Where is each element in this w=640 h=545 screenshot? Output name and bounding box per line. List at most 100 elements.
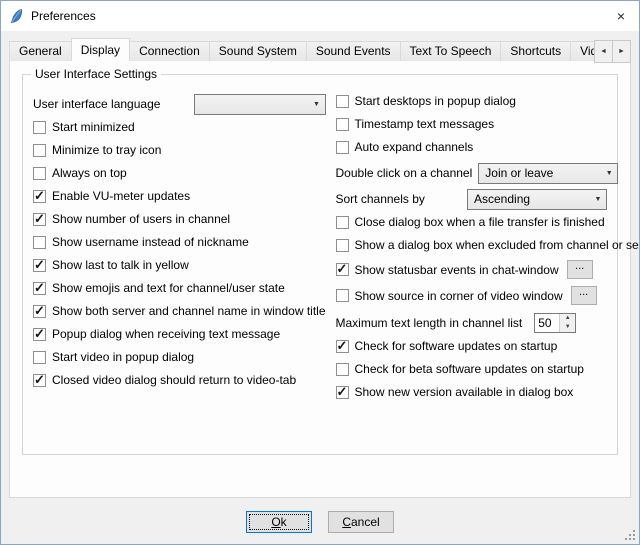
checkbox-label: Minimize to tray icon [52, 143, 161, 157]
checkbox[interactable] [33, 259, 46, 272]
max-text-length-value: 50 [535, 314, 559, 332]
checkbox-label: Show number of users in channel [52, 212, 230, 226]
checkbox[interactable] [33, 190, 46, 203]
max-text-length-stepper[interactable]: 50 ▲ ▼ [534, 313, 576, 333]
max-text-length-label: Maximum text length in channel list [336, 316, 523, 330]
title-bar: Preferences × [1, 1, 639, 31]
checkbox-label: Show username instead of nickname [52, 235, 249, 249]
checkbox-row[interactable]: Start minimized [33, 119, 326, 135]
checkbox[interactable] [336, 141, 349, 154]
checkbox-label: Popup dialog when receiving text message [52, 327, 280, 341]
checkbox-row[interactable]: Timestamp text messages [336, 116, 608, 132]
checkbox[interactable] [336, 289, 349, 302]
chevron-down-icon: ▼ [309, 101, 325, 108]
spin-up-icon[interactable]: ▲ [560, 314, 575, 323]
checkbox[interactable] [33, 328, 46, 341]
tab-display[interactable]: Display [71, 38, 130, 61]
checkbox[interactable] [33, 236, 46, 249]
checkbox-row[interactable]: Close dialog box when a file transfer is… [336, 214, 608, 230]
checkbox[interactable] [336, 95, 349, 108]
checkbox[interactable] [33, 305, 46, 318]
video-source-row[interactable]: Show source in corner of video window ..… [336, 286, 608, 305]
language-row: User interface language ▼ [33, 93, 326, 115]
left-column: User interface language ▼ Start minimize… [33, 93, 326, 407]
language-dropdown[interactable]: ▼ [194, 94, 326, 115]
checkbox-label: Check for software updates on startup [355, 339, 558, 353]
sort-channels-row: Sort channels by Ascending ▼ [336, 188, 608, 210]
checkbox[interactable] [336, 386, 349, 399]
video-source-more-button[interactable]: ... [571, 286, 597, 305]
checkbox[interactable] [336, 239, 349, 252]
checkbox-row[interactable]: Always on top [33, 165, 326, 181]
checkbox[interactable] [33, 213, 46, 226]
checkbox[interactable] [336, 216, 349, 229]
statusbar-events-row[interactable]: Show statusbar events in chat-window ... [336, 260, 608, 279]
checkbox[interactable] [33, 374, 46, 387]
checkbox-row[interactable]: Closed video dialog should return to vid… [33, 372, 326, 388]
checkbox[interactable] [336, 263, 349, 276]
right-column: Start desktops in popup dialog Timestamp… [336, 93, 608, 407]
checkbox-row[interactable]: Auto expand channels [336, 139, 608, 155]
checkbox-row[interactable]: Enable VU-meter updates [33, 188, 326, 204]
checkbox-label: Show emojis and text for channel/user st… [52, 281, 285, 295]
checkbox[interactable] [33, 121, 46, 134]
max-text-length-row: Maximum text length in channel list 50 ▲… [336, 312, 608, 334]
checkbox[interactable] [33, 167, 46, 180]
checkbox[interactable] [336, 118, 349, 131]
resize-grip[interactable] [623, 528, 635, 540]
checkbox[interactable] [33, 351, 46, 364]
tab-connection[interactable]: Connection [129, 41, 210, 61]
checkbox-label: Start desktops in popup dialog [355, 94, 516, 108]
tab-text-to-speech[interactable]: Text To Speech [400, 41, 502, 61]
checkbox-row[interactable]: Show last to talk in yellow [33, 257, 326, 273]
double-click-dropdown[interactable]: Join or leave ▼ [478, 163, 618, 184]
footer: Ok Cancel [1, 511, 639, 533]
close-icon[interactable]: × [603, 1, 639, 31]
cancel-button-label: Cancel [342, 515, 379, 529]
tab-shortcuts[interactable]: Shortcuts [500, 41, 571, 61]
double-click-row: Double click on a channel Join or leave … [336, 162, 608, 184]
checkbox-row[interactable]: Show both server and channel name in win… [33, 303, 326, 319]
tab-pane: User Interface Settings User interface l… [9, 60, 631, 498]
checkbox-row[interactable]: Minimize to tray icon [33, 142, 326, 158]
checkbox-label: Start minimized [52, 120, 135, 134]
checkbox-row[interactable]: Popup dialog when receiving text message [33, 326, 326, 342]
sort-channels-dropdown[interactable]: Ascending ▼ [467, 189, 607, 210]
tab-scroll-left-icon[interactable]: ◄ [594, 40, 613, 63]
checkbox-label: Enable VU-meter updates [52, 189, 190, 203]
checkbox-label: Timestamp text messages [355, 117, 495, 131]
tab-scroll: ◄ ► [595, 40, 631, 63]
statusbar-events-more-button[interactable]: ... [567, 260, 593, 279]
cancel-button[interactable]: Cancel [328, 511, 394, 533]
checkbox[interactable] [336, 340, 349, 353]
checkbox-row[interactable]: Start desktops in popup dialog [336, 93, 608, 109]
tab-bar: General Display Connection Sound System … [9, 38, 631, 61]
checkbox-label: Start video in popup dialog [52, 350, 194, 364]
checkbox[interactable] [336, 363, 349, 376]
checkbox-row[interactable]: Check for software updates on startup [336, 338, 608, 354]
checkbox-label: Closed video dialog should return to vid… [52, 373, 296, 387]
checkbox-label: Close dialog box when a file transfer is… [355, 215, 605, 229]
checkbox-row[interactable]: Show username instead of nickname [33, 234, 326, 250]
chevron-down-icon: ▼ [601, 170, 617, 177]
checkbox-row[interactable]: Show emojis and text for channel/user st… [33, 280, 326, 296]
checkbox-row[interactable]: Check for beta software updates on start… [336, 361, 608, 377]
checkbox-label: Show last to talk in yellow [52, 258, 189, 272]
tab-general[interactable]: General [9, 41, 72, 61]
checkbox[interactable] [33, 144, 46, 157]
tab-sound-system[interactable]: Sound System [209, 41, 307, 61]
tab-sound-events[interactable]: Sound Events [306, 41, 401, 61]
checkbox[interactable] [33, 282, 46, 295]
checkbox-row[interactable]: Show a dialog box when excluded from cha… [336, 237, 608, 253]
checkbox-label: Show both server and channel name in win… [52, 304, 326, 318]
tab-scroll-right-icon[interactable]: ► [612, 40, 631, 63]
checkbox-row[interactable]: Start video in popup dialog [33, 349, 326, 365]
chevron-down-icon: ▼ [590, 196, 606, 203]
checkbox-label: Auto expand channels [355, 140, 474, 154]
spin-down-icon[interactable]: ▼ [560, 323, 575, 332]
checkbox-row[interactable]: Show number of users in channel [33, 211, 326, 227]
sort-channels-value: Ascending [468, 192, 590, 206]
checkbox-row[interactable]: Show new version available in dialog box [336, 384, 608, 400]
checkbox-label: Check for beta software updates on start… [355, 362, 584, 376]
ok-button[interactable]: Ok [246, 511, 312, 533]
